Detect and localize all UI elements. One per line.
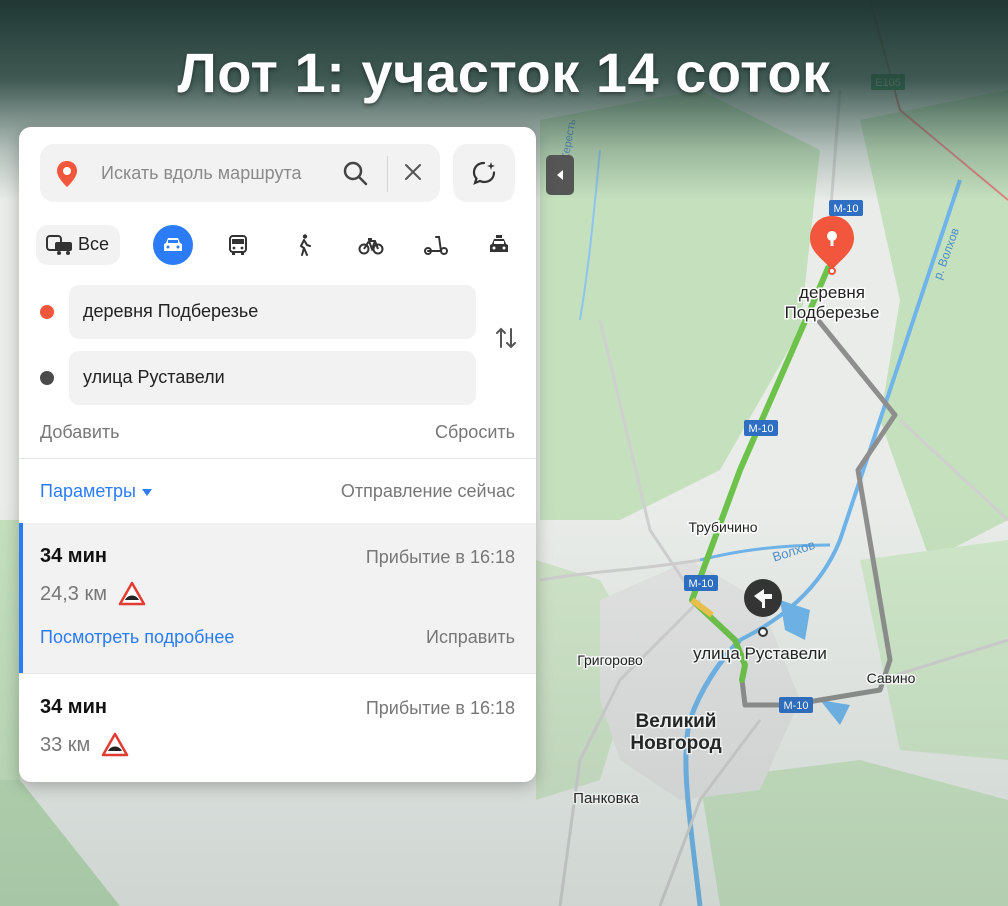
mode-all-label: Все	[78, 234, 110, 254]
from-dot	[40, 305, 54, 319]
mode-taxi-button[interactable]	[479, 225, 519, 265]
caret-down-icon	[141, 488, 152, 496]
collapse-panel-button[interactable]	[546, 155, 574, 195]
route-distance: 24,3 км	[40, 583, 107, 605]
search-icon[interactable]	[342, 160, 368, 186]
scooter-icon	[424, 236, 448, 255]
mode-bicycle-button[interactable]	[350, 225, 390, 265]
chevron-left-icon	[557, 170, 563, 180]
speed-bump-warning-icon	[118, 581, 146, 606]
to-value: улица Руставели	[83, 367, 225, 387]
route-fix-link[interactable]: Исправить	[426, 627, 515, 648]
selected-indicator	[19, 523, 23, 673]
svg-text:E105: E105	[875, 77, 901, 89]
route-point-to: улица Руставели	[19, 351, 536, 405]
label-origin-line1: деревня	[799, 283, 865, 302]
route-distance: 33 км	[40, 734, 91, 756]
route-arrival: Прибытие в 16:18	[365, 547, 515, 567]
label-trubichino: Трубичино	[688, 519, 757, 535]
mode-bus-button[interactable]	[218, 225, 258, 265]
road-shield-m10: M-10	[829, 200, 863, 216]
mode-all-button[interactable]: Все	[36, 225, 120, 265]
route-details-link[interactable]: Посмотреть подробнее	[40, 627, 234, 648]
transport-mode-bar: Все	[19, 225, 536, 269]
road-shield-e105: E105	[871, 74, 905, 90]
speed-bump-warning-icon	[101, 732, 129, 757]
mode-scooter-button[interactable]	[415, 225, 455, 265]
from-field[interactable]: деревня Подберезье	[69, 285, 476, 339]
label-destination: улица Руставели	[693, 644, 827, 663]
label-pankovka: Панковка	[573, 790, 639, 807]
search-divider	[387, 156, 388, 192]
road-shield-m10: M-10	[744, 420, 778, 436]
route-arrival: Прибытие в 16:18	[365, 698, 515, 718]
add-point-link[interactable]: Добавить	[40, 422, 120, 443]
departure-time-link[interactable]: Отправление сейчас	[341, 481, 515, 502]
to-field[interactable]: улица Руставели	[69, 351, 476, 405]
mode-car-button[interactable]	[153, 225, 193, 265]
route-time: 34 мин	[40, 696, 107, 718]
route-search-field[interactable]: Искать вдоль маршрута	[40, 144, 440, 202]
all-transport-icon	[46, 235, 72, 255]
bus-icon	[229, 235, 247, 255]
to-dot	[40, 371, 54, 385]
params-dropdown[interactable]: Параметры	[40, 481, 152, 502]
label-grigorovo: Григорово	[577, 652, 643, 668]
label-city-line2: Новгород	[630, 733, 721, 754]
route-option-1[interactable]: 34 мин Прибытие в 16:18 24,3 км Посмотре…	[19, 523, 536, 673]
mode-walk-button[interactable]	[284, 225, 324, 265]
close-icon[interactable]	[402, 161, 424, 183]
svg-text:M-10: M-10	[783, 700, 808, 712]
params-label: Параметры	[40, 481, 136, 501]
route-point-from: деревня Подберезье	[19, 285, 536, 339]
assistant-button[interactable]	[453, 144, 515, 202]
label-origin-line2: Подберезье	[785, 303, 880, 322]
bicycle-icon	[358, 238, 384, 255]
road-shield-m10: M-10	[779, 697, 813, 713]
location-pin-icon	[57, 161, 77, 187]
swap-points-icon[interactable]	[493, 325, 519, 351]
divider	[19, 458, 536, 459]
chat-sparkle-icon	[472, 161, 496, 185]
road-shield-m10: M-10	[684, 575, 718, 591]
reset-link[interactable]: Сбросить	[435, 422, 515, 443]
route-option-2[interactable]: 34 мин Прибытие в 16:18 33 км	[19, 674, 536, 782]
search-input[interactable]: Искать вдоль маршрута	[101, 163, 302, 184]
svg-text:M-10: M-10	[833, 203, 858, 215]
route-time: 34 мин	[40, 545, 107, 567]
walk-icon	[299, 234, 311, 256]
svg-text:M-10: M-10	[688, 578, 713, 590]
label-city-line1: Великий	[636, 711, 717, 732]
car-icon	[164, 238, 182, 251]
label-savino: Савино	[867, 670, 916, 686]
taxi-icon	[490, 235, 508, 252]
route-panel: Искать вдоль маршрута Все деревня Подбер…	[19, 127, 536, 782]
from-value: деревня Подберезье	[83, 301, 259, 321]
svg-text:M-10: M-10	[748, 423, 773, 435]
